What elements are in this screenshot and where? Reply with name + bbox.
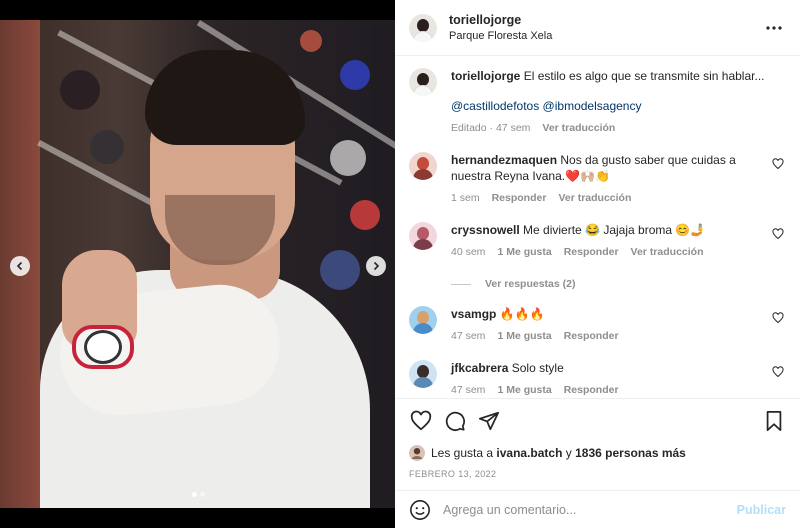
comment-time: 40 sem xyxy=(451,246,486,258)
post-header: toriellojorge Parque Floresta Xela xyxy=(395,0,800,56)
post-date: FEBRERO 13, 2022 xyxy=(409,469,497,479)
comment-text: 🔥🔥🔥 xyxy=(499,307,545,321)
post-location[interactable]: Parque Floresta Xela xyxy=(449,30,762,42)
comment-avatar[interactable] xyxy=(409,360,437,388)
comment-composer: Publicar xyxy=(395,490,800,528)
reply-button[interactable]: Responder xyxy=(564,244,619,260)
caption-time: 47 sem xyxy=(495,122,531,134)
emoji-icon[interactable] xyxy=(409,499,431,521)
comment-author[interactable]: vsamgp xyxy=(451,307,496,321)
comment-time: 1 sem xyxy=(451,192,480,204)
comment-icon xyxy=(445,411,465,431)
like-button[interactable] xyxy=(409,409,433,433)
bookmark-icon xyxy=(766,410,782,432)
caption-author[interactable]: toriellojorge xyxy=(451,69,520,83)
likes-summary: Les gusta a ivana.batch y 1836 personas … xyxy=(409,445,786,461)
comment-avatar[interactable] xyxy=(409,306,437,334)
comment-input[interactable] xyxy=(443,502,737,517)
chevron-right-icon xyxy=(373,261,380,271)
comment-button[interactable] xyxy=(443,409,467,433)
comment-author[interactable]: hernandezmaquen xyxy=(451,153,557,167)
comment-avatar[interactable] xyxy=(409,222,437,250)
post-media xyxy=(0,0,395,528)
see-translation-link[interactable]: Ver traducción xyxy=(542,120,615,136)
comment-text: Solo style xyxy=(511,361,564,375)
reply-button[interactable]: Responder xyxy=(564,382,619,398)
comment-author[interactable]: jfkcabrera xyxy=(451,361,508,375)
next-photo-button[interactable] xyxy=(366,256,386,276)
likes-joiner: y xyxy=(565,446,572,460)
likes-prefix: Les gusta a xyxy=(431,446,494,460)
see-translation-link[interactable]: Ver traducción xyxy=(631,244,704,260)
edited-label: Editado xyxy=(451,122,487,134)
comment-text: Me divierte 😂 Jajaja broma 😊🤳 xyxy=(523,223,706,237)
view-replies-button[interactable]: Ver respuestas (2) xyxy=(451,278,786,290)
carousel-dot xyxy=(200,492,205,497)
comments-list[interactable]: toriellojorge El estilo es algo que se t… xyxy=(395,56,800,398)
comment-item: cryssnowell Me divierte 😂 Jajaja broma 😊… xyxy=(409,222,786,260)
author-avatar[interactable] xyxy=(409,13,437,42)
caption-avatar[interactable] xyxy=(409,68,437,96)
comment-item: jfkcabrera Solo style 47 sem 1 Me gusta … xyxy=(409,360,786,398)
carousel-dots xyxy=(192,492,205,497)
comment-item: vsamgp 🔥🔥🔥 47 sem 1 Me gusta Responder xyxy=(409,306,786,344)
carousel-dot xyxy=(192,492,197,497)
comment-likes[interactable]: 1 Me gusta xyxy=(497,244,551,260)
save-button[interactable] xyxy=(762,409,786,433)
post-actions: Les gusta a ivana.batch y 1836 personas … xyxy=(395,398,800,479)
post-caption: toriellojorge El estilo es algo que se t… xyxy=(409,68,786,136)
comment-item: hernandezmaquen Nos da gusto saber que c… xyxy=(409,152,786,206)
comment-author[interactable]: cryssnowell xyxy=(451,223,520,237)
liker-avatar[interactable] xyxy=(409,445,425,461)
reply-button[interactable]: Responder xyxy=(564,328,619,344)
view-replies-label: Ver respuestas (2) xyxy=(485,278,576,290)
like-comment-heart-icon[interactable] xyxy=(772,366,784,378)
liker-username[interactable]: ivana.batch xyxy=(496,446,562,460)
comment-avatar[interactable] xyxy=(409,152,437,180)
reply-button[interactable]: Responder xyxy=(492,190,547,206)
like-comment-heart-icon[interactable] xyxy=(772,312,784,324)
share-icon xyxy=(478,411,500,431)
chevron-left-icon xyxy=(16,261,23,271)
comment-time: 47 sem xyxy=(451,384,486,396)
likes-others-link[interactable]: 1836 personas más xyxy=(575,446,686,460)
prev-photo-button[interactable] xyxy=(10,256,30,276)
author-username[interactable]: toriellojorge xyxy=(449,13,762,27)
post-details-panel: toriellojorge Parque Floresta Xela torie… xyxy=(395,0,800,528)
caption-mentions[interactable]: @castillodefotos @ibmodelsagency xyxy=(451,98,786,114)
like-comment-heart-icon[interactable] xyxy=(772,228,784,240)
caption-text: El estilo es algo que se transmite sin h… xyxy=(523,69,765,83)
share-button[interactable] xyxy=(477,409,501,433)
heart-icon xyxy=(410,410,432,431)
post-photo xyxy=(0,20,395,508)
comment-likes[interactable]: 1 Me gusta xyxy=(497,328,551,344)
comment-time: 47 sem xyxy=(451,330,486,342)
more-icon xyxy=(766,25,782,30)
more-options-button[interactable] xyxy=(762,16,786,40)
publish-button[interactable]: Publicar xyxy=(737,503,786,517)
like-comment-heart-icon[interactable] xyxy=(772,158,784,170)
see-translation-link[interactable]: Ver traducción xyxy=(558,190,631,206)
comment-likes[interactable]: 1 Me gusta xyxy=(497,382,551,398)
